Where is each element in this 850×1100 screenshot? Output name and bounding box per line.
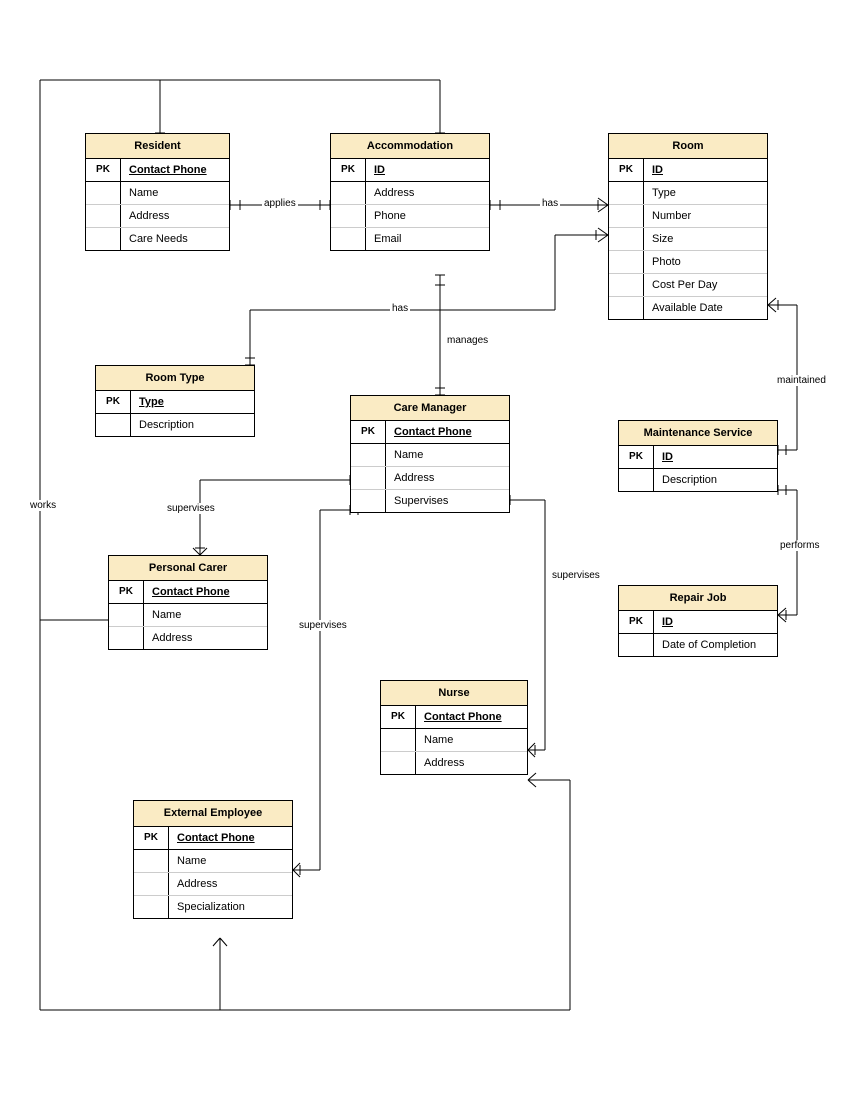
label-applies: applies — [262, 198, 298, 209]
entity-accommodation: Accommodation PK ID Address Phone Email — [330, 133, 490, 251]
label-manages: manages — [445, 335, 490, 346]
pk-attr: Contact Phone — [386, 421, 509, 443]
attr: Care Needs — [121, 228, 229, 250]
attr: Name — [386, 444, 509, 466]
attr: Address — [169, 873, 292, 895]
pk-attr: Contact Phone — [121, 159, 229, 181]
attr: Supervises — [386, 490, 509, 512]
entity-repair-job: Repair Job PK ID Date of Completion — [618, 585, 778, 657]
attr: Name — [144, 604, 267, 626]
pk-attr: Contact Phone — [144, 581, 267, 603]
attr: Name — [169, 850, 292, 872]
label-supervises: supervises — [297, 620, 349, 631]
pk-label: PK — [619, 446, 654, 468]
entity-title: Personal Carer — [109, 556, 267, 581]
label-performs: performs — [778, 540, 821, 551]
label-has: has — [390, 303, 410, 314]
entity-title: Care Manager — [351, 396, 509, 421]
pk-label: PK — [619, 611, 654, 633]
label-works: works — [28, 500, 58, 511]
label-supervises: supervises — [165, 503, 217, 514]
entity-title: Room Type — [96, 366, 254, 391]
label-has: has — [540, 198, 560, 209]
attr: Address — [366, 182, 489, 204]
attr: Name — [121, 182, 229, 204]
attr: Email — [366, 228, 489, 250]
pk-attr: Contact Phone — [169, 827, 292, 849]
entity-title: Repair Job — [619, 586, 777, 611]
pk-label: PK — [109, 581, 144, 603]
entity-title: External Employee — [134, 801, 292, 827]
attr: Name — [416, 729, 527, 751]
attr: Type — [644, 182, 767, 204]
pk-label: PK — [331, 159, 366, 181]
attr: Description — [131, 414, 254, 436]
attr: Available Date — [644, 297, 767, 319]
pk-label: PK — [351, 421, 386, 443]
label-supervises: supervises — [550, 570, 602, 581]
entity-title: Maintenance Service — [619, 421, 777, 446]
pk-attr: Type — [131, 391, 254, 413]
pk-attr: ID — [366, 159, 489, 181]
attr: Date of Completion — [654, 634, 777, 656]
attr: Photo — [644, 251, 767, 273]
entity-maintenance-service: Maintenance Service PK ID Description — [618, 420, 778, 492]
pk-attr: ID — [654, 611, 777, 633]
entity-external-employee: External Employee PK Contact Phone Name … — [133, 800, 293, 919]
pk-attr: ID — [654, 446, 777, 468]
entity-title: Resident — [86, 134, 229, 159]
pk-attr: ID — [644, 159, 767, 181]
attr: Description — [654, 469, 777, 491]
attr: Address — [416, 752, 527, 774]
attr: Address — [386, 467, 509, 489]
entity-title: Nurse — [381, 681, 527, 706]
attr: Address — [121, 205, 229, 227]
attr: Specialization — [169, 896, 292, 918]
entity-resident: Resident PK Contact Phone Name Address C… — [85, 133, 230, 251]
entity-personal-carer: Personal Carer PK Contact Phone Name Add… — [108, 555, 268, 650]
entity-room-type: Room Type PK Type Description — [95, 365, 255, 437]
pk-label: PK — [134, 827, 169, 849]
attr: Cost Per Day — [644, 274, 767, 296]
pk-label: PK — [86, 159, 121, 181]
attr: Phone — [366, 205, 489, 227]
pk-label: PK — [96, 391, 131, 413]
entity-title: Room — [609, 134, 767, 159]
attr: Number — [644, 205, 767, 227]
entity-title: Accommodation — [331, 134, 489, 159]
entity-room: Room PK ID Type Number Size Photo Cost P… — [608, 133, 768, 320]
entity-nurse: Nurse PK Contact Phone Name Address — [380, 680, 528, 775]
attr: Size — [644, 228, 767, 250]
pk-label: PK — [609, 159, 644, 181]
attr: Address — [144, 627, 267, 649]
entity-care-manager: Care Manager PK Contact Phone Name Addre… — [350, 395, 510, 513]
pk-label: PK — [381, 706, 416, 728]
pk-attr: Contact Phone — [416, 706, 527, 728]
label-maintained: maintained — [775, 375, 828, 386]
